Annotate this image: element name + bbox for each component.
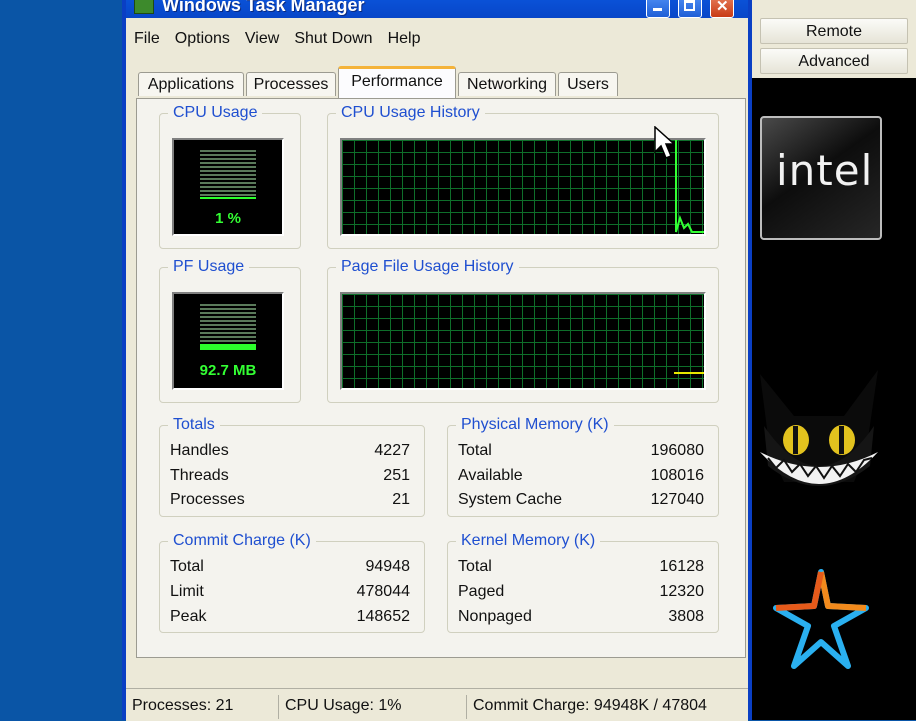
stat-value: 21 (392, 491, 410, 508)
cpu-history-graph (340, 138, 706, 236)
pf-usage-value: 92.7 MB (199, 362, 257, 379)
stat-value: 148652 (356, 608, 410, 625)
commit-row-peak: Peak 148652 (170, 608, 410, 630)
tab-processes[interactable]: Processes (246, 72, 336, 96)
intel-logo-text: intel (776, 146, 874, 195)
totals-group: Totals Handles 4227 Threads 251 Processe… (159, 416, 425, 517)
stat-value: 478044 (356, 583, 410, 600)
pf-usage-meter: 92.7 MB (172, 292, 284, 390)
pf-meter-bars (200, 304, 256, 348)
physical-memory-group: Physical Memory (K) Total 196080 Availab… (447, 416, 719, 517)
totals-row-handles: Handles 4227 (170, 442, 410, 464)
cat-face-icon (760, 370, 878, 486)
commit-charge-group: Commit Charge (K) Total 94948 Limit 4780… (159, 532, 425, 633)
close-button[interactable] (710, 0, 734, 18)
side-panel-buttons: Remote Advanced (752, 0, 916, 78)
physical-row-total: Total 196080 (458, 442, 704, 464)
commit-row-limit: Limit 478044 (170, 583, 410, 605)
stat-label: Processes (170, 491, 245, 508)
cpu-history-line (675, 140, 704, 233)
tab-users[interactable]: Users (558, 72, 618, 96)
maximize-button[interactable] (678, 0, 702, 18)
stat-value: 94948 (365, 558, 411, 575)
cpu-usage-label: CPU Usage (168, 104, 263, 122)
pf-usage-group: PF Usage 92.7 MB (159, 258, 301, 403)
mouse-cursor-icon (654, 126, 674, 159)
stat-value: 196080 (650, 442, 704, 459)
stat-value: 4227 (374, 442, 410, 459)
performance-panel: CPU Usage 1 % CPU Usage History PF Usage (136, 98, 746, 658)
menu-file[interactable]: File (134, 30, 160, 48)
menu-shut-down[interactable]: Shut Down (294, 30, 372, 48)
cpu-history-label: CPU Usage History (336, 104, 485, 122)
pf-history-svg (674, 372, 704, 374)
app-icon (134, 0, 154, 14)
totals-label: Totals (168, 416, 220, 434)
status-cpu-usage: CPU Usage: 1% (278, 695, 462, 719)
stat-label: Total (458, 442, 492, 459)
pf-usage-label: PF Usage (168, 258, 250, 276)
physical-row-available: Available 108016 (458, 467, 704, 489)
tab-performance[interactable]: Performance (338, 66, 456, 98)
stat-label: Peak (170, 608, 207, 625)
stat-value: 3808 (668, 608, 704, 625)
stat-value: 16128 (659, 558, 705, 575)
status-bar: Processes: 21 CPU Usage: 1% Commit Charg… (126, 688, 748, 721)
pf-history-graph (340, 292, 706, 390)
side-panel: Remote Advanced intel (752, 0, 916, 720)
kernel-memory-label: Kernel Memory (K) (456, 532, 601, 550)
physical-row-system-cache: System Cache 127040 (458, 491, 704, 513)
cpu-usage-value: 1 % (215, 210, 241, 227)
title-bar[interactable]: Windows Task Manager (126, 0, 748, 18)
menu-options[interactable]: Options (175, 30, 230, 48)
stat-label: Nonpaged (458, 608, 532, 625)
pf-history-group: Page File Usage History (327, 258, 719, 403)
stat-label: Available (458, 467, 523, 484)
pf-history-label: Page File Usage History (336, 258, 519, 276)
advanced-button[interactable]: Advanced (760, 48, 908, 74)
stat-value: 108016 (650, 467, 704, 484)
status-processes: Processes: 21 (132, 697, 234, 714)
stat-label: Limit (170, 583, 204, 600)
menu-help[interactable]: Help (388, 30, 421, 48)
stat-label: Paged (458, 583, 505, 600)
stat-label: Handles (170, 442, 229, 459)
cpu-meter-bars (200, 150, 256, 198)
totals-row-threads: Threads 251 (170, 467, 410, 489)
kernel-memory-group: Kernel Memory (K) Total 16128 Paged 1232… (447, 532, 719, 633)
tab-networking[interactable]: Networking (458, 72, 556, 96)
totals-row-processes: Processes 21 (170, 491, 410, 513)
pf-meter-fill (200, 344, 256, 350)
stat-value: 251 (383, 467, 410, 484)
remote-button[interactable]: Remote (760, 18, 908, 44)
task-manager-window: Windows Task Manager File Options View Shut… (122, 0, 752, 721)
cpu-usage-group: CPU Usage 1 % (159, 104, 301, 249)
stat-value: 127040 (650, 491, 704, 508)
menu-bar: File Options View Shut Down Help (126, 30, 427, 52)
star-logo-icon (773, 569, 869, 669)
menu-view[interactable]: View (245, 30, 279, 48)
stat-label: Total (458, 558, 492, 575)
intel-logo: intel (760, 116, 882, 240)
cpu-history-svg (675, 140, 704, 233)
kernel-row-nonpaged: Nonpaged 3808 (458, 608, 704, 630)
stat-value: 12320 (659, 583, 705, 600)
kernel-row-total: Total 16128 (458, 558, 704, 580)
physical-memory-label: Physical Memory (K) (456, 416, 614, 434)
window-title: Windows Task Manager (162, 0, 365, 15)
kernel-row-paged: Paged 12320 (458, 583, 704, 605)
commit-row-total: Total 94948 (170, 558, 410, 580)
cpu-usage-meter: 1 % (172, 138, 284, 236)
tab-applications[interactable]: Applications (138, 72, 244, 96)
stat-label: Threads (170, 467, 229, 484)
stat-label: Total (170, 558, 204, 575)
stat-label: System Cache (458, 491, 563, 508)
minimize-button[interactable] (646, 0, 670, 18)
cpu-meter-fill (200, 197, 256, 199)
status-commit-charge: Commit Charge: 94948K / 47804 (466, 695, 736, 719)
commit-charge-label: Commit Charge (K) (168, 532, 316, 550)
